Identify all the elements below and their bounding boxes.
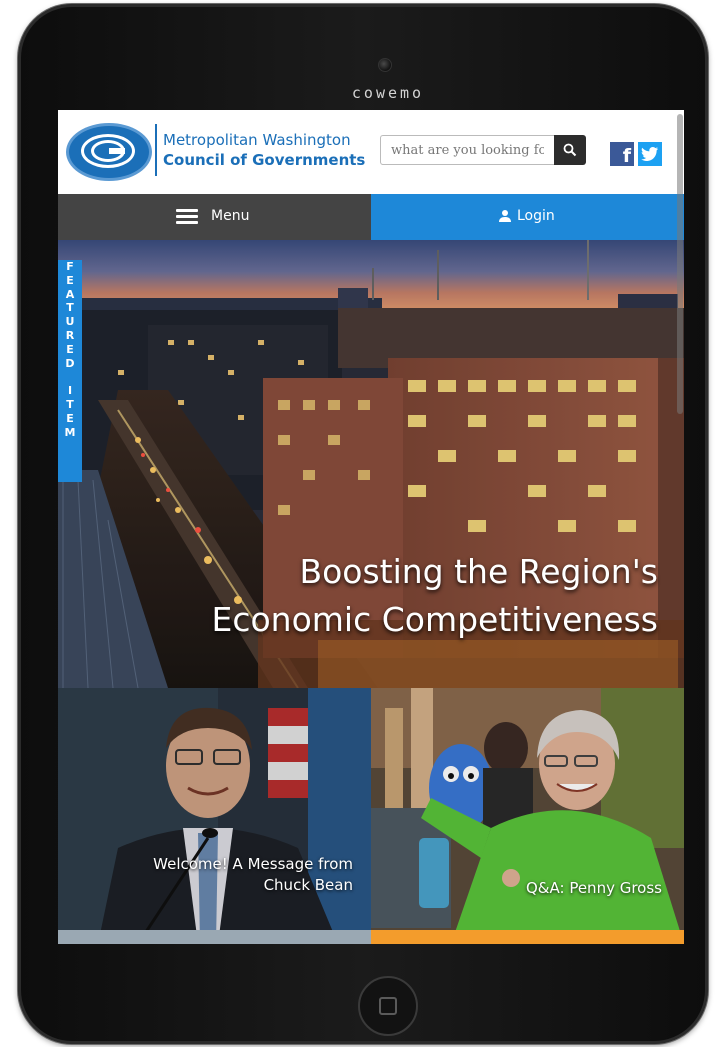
featured-letter: T: [66, 301, 74, 315]
logo-bar: [109, 148, 125, 154]
logo-divider: [155, 124, 157, 176]
cog-logo-icon[interactable]: [66, 123, 152, 181]
device-brand: cowemo: [351, 84, 425, 102]
featured-letter: E: [66, 273, 74, 287]
featured-letter: U: [65, 315, 75, 329]
featured-letter: [58, 370, 82, 384]
featured-letter: T: [66, 397, 74, 411]
card-caption-line1: Welcome! A Message from: [153, 855, 353, 873]
featured-letter: A: [65, 287, 75, 301]
org-name-line1[interactable]: Metropolitan Washington: [163, 131, 351, 149]
menu-label: Menu: [211, 208, 250, 224]
site-header: Metropolitan Washington Council of Gover…: [58, 110, 684, 194]
feature-cards: Welcome! A Message from Chuck Bean Q&A: …: [58, 688, 684, 944]
card-accent-bar: [371, 930, 684, 944]
facebook-icon[interactable]: f: [610, 142, 634, 167]
hamburger-icon: [176, 209, 198, 225]
featured-letter: F: [66, 260, 74, 273]
screen: Metropolitan Washington Council of Gover…: [58, 110, 684, 944]
featured-letter: D: [65, 356, 75, 370]
card-accent-bar: [58, 930, 371, 944]
camera-icon: [378, 58, 392, 72]
card-penny-gross[interactable]: Q&A: Penny Gross: [371, 688, 684, 944]
featured-hero[interactable]: FEATURED ITEM Boosting the Region's Econ…: [58, 240, 684, 688]
featured-letter: R: [65, 328, 75, 342]
login-label: Login: [517, 208, 555, 224]
twitter-icon[interactable]: [638, 142, 662, 166]
home-button[interactable]: [358, 976, 418, 1036]
featured-letter: E: [66, 342, 74, 356]
nav-bar: Menu Login: [58, 194, 684, 240]
search-input[interactable]: [380, 135, 554, 165]
user-icon: [499, 210, 511, 222]
card-caption-line2: Chuck Bean: [263, 876, 353, 894]
hero-title[interactable]: Boosting the Region's Economic Competiti…: [98, 548, 658, 644]
penny-gross-photo: [371, 688, 684, 944]
login-button[interactable]: Login: [371, 194, 684, 240]
search-button[interactable]: [554, 135, 586, 165]
card-caption-line1: Q&A: Penny Gross: [526, 879, 662, 897]
org-name-line2[interactable]: Council of Governments: [163, 151, 365, 169]
scrollbar-thumb[interactable]: [677, 114, 683, 414]
featured-letter: I: [67, 384, 73, 398]
menu-button[interactable]: Menu: [58, 194, 371, 240]
featured-item-tab[interactable]: FEATURED ITEM: [58, 260, 82, 482]
card-chuck-bean[interactable]: Welcome! A Message from Chuck Bean: [58, 688, 371, 944]
search-icon: [563, 143, 577, 157]
featured-letter: E: [66, 411, 74, 425]
card-caption-penny-gross: Q&A: Penny Gross: [402, 878, 662, 899]
home-square-icon: [379, 997, 397, 1015]
chuck-bean-photo: [58, 688, 371, 944]
featured-letter: M: [64, 425, 76, 439]
hero-title-line2: Economic Competitiveness: [211, 600, 658, 639]
card-caption-chuck-bean: Welcome! A Message from Chuck Bean: [93, 854, 353, 896]
hero-title-line1: Boosting the Region's: [299, 552, 658, 591]
